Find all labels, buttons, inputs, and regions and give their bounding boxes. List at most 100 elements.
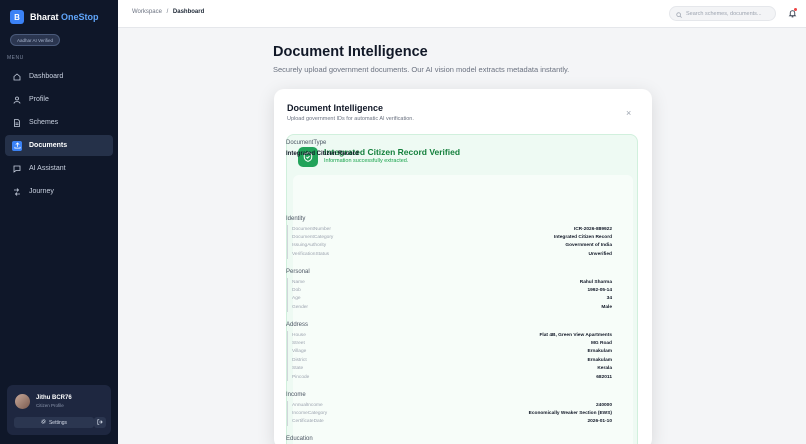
page-title: Document Intelligence [273,44,428,60]
field-key: IncomeCategory [292,411,328,417]
field-list: House Flat 4B, Green View Apartments Stre… [287,331,612,382]
brand-name: Bharat OneStop [30,12,99,22]
field-row: Age 34 [288,295,612,303]
field-value: 240000 [595,402,612,408]
section-title: Address [286,322,309,328]
breadcrumb: Workspace / Dashboard [132,9,204,15]
menu-label: MENU [7,55,24,61]
sidebar-item-label: Journey [29,188,54,195]
sidebar-item-label: Documents [29,142,68,149]
avatar[interactable] [15,394,30,409]
sidebar-item-label: Dashboard [29,73,64,80]
field-row: CertificateDate 2026-01-10 [288,418,612,426]
logout-icon [97,418,103,427]
field-row: Village Ernakulam [288,348,612,356]
profile-name: Jithu BCR76 [36,395,72,401]
field-row: VerificationStatus Unverified [288,250,612,258]
field-value: Kerala [597,366,612,372]
field-key: DocumentCategory [292,235,334,241]
brand-name-accent: OneStop [61,12,99,22]
field-value: Economically Weaker Section (EWS) [528,411,612,417]
section-title: Income [286,392,306,398]
field-row: DocumentCategory Integrated Citizen Recor… [288,233,612,241]
field-key: Village [292,349,307,355]
field-value: Rahul Sharma [579,279,612,285]
sidebar-item-label: AI Assistant [29,165,66,172]
field-value: 1992-05-14 [587,288,612,294]
search-box[interactable] [669,6,776,21]
status-subtitle: Information successfully extracted. [324,158,409,164]
field-row: Street MG Road [288,339,612,347]
field-list: DocumentNumber ICR-2026-889922 DocumentCa… [287,225,612,259]
logout-button[interactable] [94,417,106,428]
doc-type-value: Integrated Citizen Record [286,151,359,157]
field-key: Dob [292,288,301,294]
field-key: Gender [292,304,308,310]
field-row: Gender Male [288,303,612,311]
sidebar-item-label: Schemes [29,119,59,126]
sidebar-item-schemes[interactable]: Schemes [5,112,113,133]
shield-check-icon [298,147,318,167]
field-row: House Flat 4B, Green View Apartments [288,331,612,339]
field-row: State Kerala [288,365,612,373]
field-key: Age [292,296,301,302]
field-key: House [292,332,306,338]
field-value: Ernakulam [587,349,612,355]
field-key: AnnualIncome [292,402,323,408]
field-value: Integrated Citizen Record [553,235,612,241]
field-value: Flat 4B, Green View Apartments [539,332,612,338]
field-value: Unverified [588,251,612,257]
field-key: CertificateDate [292,419,324,425]
field-row: Dob 1992-05-14 [288,286,612,294]
field-value: Male [601,304,612,310]
modal-title: Document Intelligence [287,103,384,113]
notifications-button[interactable] [786,8,798,20]
field-value: ICR-2026-889922 [573,226,612,232]
section-address: Address House Flat 4B, Green View Apartme… [286,322,612,382]
home-icon [12,72,22,82]
field-key: State [292,366,304,372]
user-icon [12,95,22,105]
field-row: DocumentNumber ICR-2026-889922 [288,225,612,233]
gear-icon [41,419,46,426]
brand-logo: B [10,10,24,24]
document-icon [12,118,22,128]
close-icon[interactable]: × [626,108,631,118]
sidebar-nav: Dashboard Profile Schemes Documents AI A… [5,66,113,204]
breadcrumb-separator: / [166,9,169,15]
field-row: Name Rahul Sharma [288,278,612,286]
sidebar-item-ai-assistant[interactable]: AI Assistant [5,158,113,179]
search-icon [676,5,682,23]
section-title: Identity [286,216,306,222]
section-personal: Personal Name Rahul Sharma Dob 1992-05-14 … [286,269,612,312]
field-row: IncomeCategory Economically Weaker Sectio… [288,409,612,417]
sidebar-item-journey[interactable]: Journey [5,181,113,202]
section-education: Education [286,436,612,444]
section-identity: Identity DocumentNumber ICR-2026-889922 D… [286,216,612,259]
field-key: Pincode [292,374,310,380]
upload-icon [12,140,22,151]
top-bar: Workspace / Dashboard [118,0,806,28]
profile-card: Jithu BCR76 Citizen Profile Settings [7,385,111,435]
document-modal: Document Intelligence Upload government … [274,89,652,444]
settings-button[interactable]: Settings [14,417,94,428]
sidebar-item-documents[interactable]: Documents [5,135,113,156]
field-row: District Ernakulam [288,356,612,364]
sidebar-item-dashboard[interactable]: Dashboard [5,66,113,87]
field-value: 2026-01-10 [587,419,612,425]
field-row: IssuingAuthority Government of India [288,242,612,250]
field-value: 34 [606,296,612,302]
route-icon [12,187,22,197]
breadcrumb-root[interactable]: Workspace [132,9,162,15]
field-list: Name Rahul Sharma Dob 1992-05-14 Age 34 Gen… [287,278,612,312]
sidebar-item-profile[interactable]: Profile [5,89,113,110]
verified-badge: Aadhar AI Verified [10,34,61,46]
page-subtitle: Securely upload government documents. Ou… [273,65,570,74]
field-key: Name [292,279,305,285]
field-key: IssuingAuthority [292,243,327,249]
field-key: District [292,357,307,363]
brand[interactable]: B Bharat OneStop [10,10,99,24]
search-input[interactable] [686,10,774,17]
field-row: Pincode 682011 [288,373,612,381]
sidebar: B Bharat OneStop Aadhar AI Verified MENU… [0,0,118,444]
